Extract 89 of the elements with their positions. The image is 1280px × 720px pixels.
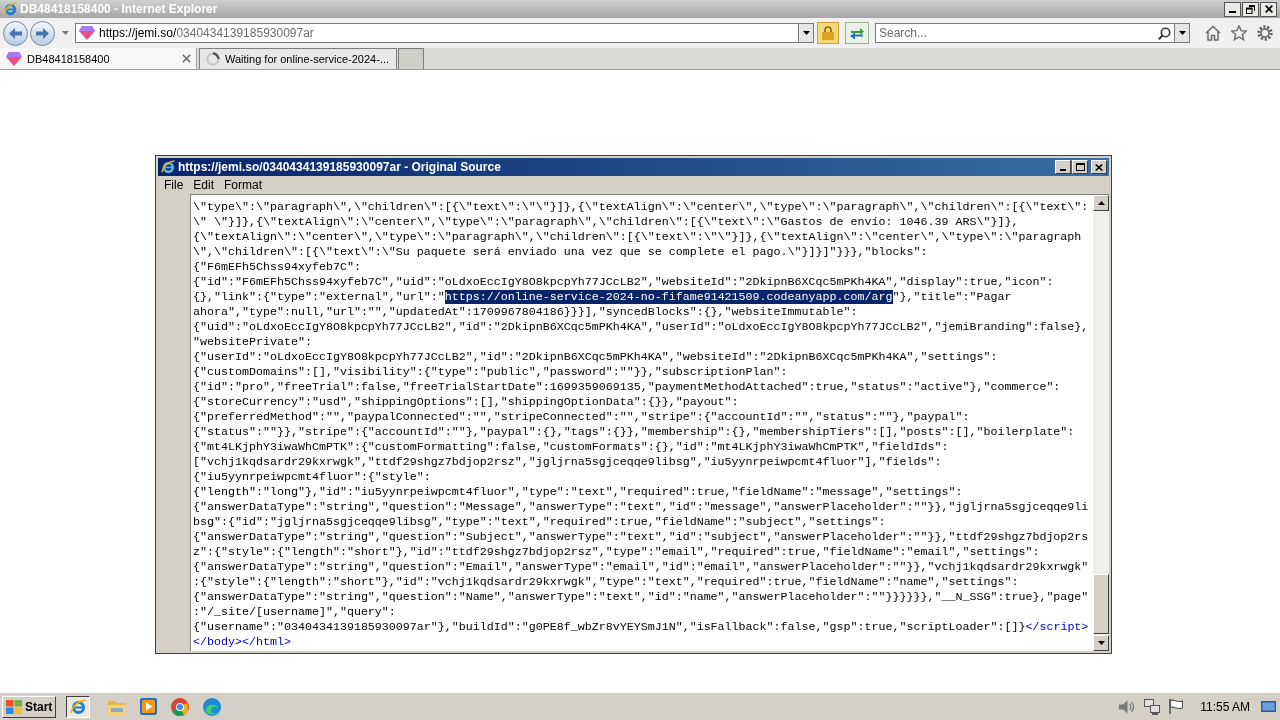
source-text: "websitePrivate": <box>193 335 312 349</box>
source-text: {"userId":"oLdxoEccIgY8O8kpcpYh77JCcLB2","id":"2DkipnB6XCqc5mPKh4KA","websiteId":"2DkipnB6XCqc5mPKh4KA","settings": <box>193 350 998 364</box>
source-text: {"username":"0340434139185930097ar"},"buildId":"g0PE8f_wbZr8vYEYSmJ1N","isFallback":false,"gsp":true,"scriptLoader":[]} <box>193 620 1026 634</box>
restore-button[interactable] <box>1242 1 1259 17</box>
minimize-icon <box>1060 169 1066 171</box>
close-button[interactable] <box>1260 1 1277 17</box>
close-icon <box>1095 163 1103 171</box>
source-text: {"F6mEFh5Chss94xyfeb7C": <box>193 260 361 274</box>
back-button[interactable] <box>3 20 28 46</box>
padlock-icon <box>822 26 834 40</box>
selected-url: https://online-service-2024-no-fifame91421509.codeanyapp.com/arg <box>444 290 893 304</box>
source-text: :{"style":{"length":"short"},"id":"vchj1kqdsardr29kxrwgk","type":"text","required":true,"fieldName":"name","settings": <box>193 575 1019 589</box>
caret-icon <box>1178 31 1186 35</box>
tab[interactable]: Waiting for online-service-2024-... <box>199 48 397 69</box>
scrollbar-thumb[interactable] <box>1093 574 1109 634</box>
source-text: \",\"children\":[{\"text\":\"Su paquete será enviado una vez que se complete el pago.\"}]}]"}}},"blocks": <box>193 245 928 259</box>
compatibility-button[interactable] <box>845 22 869 44</box>
source-text: {"length":"long"},"id":"iu5yynrpeiwpcmt4fluor","type":"text","required":true,"fieldName":"message","settings": <box>193 485 963 499</box>
maximize-button[interactable] <box>1072 160 1088 174</box>
network-icon[interactable] <box>1144 698 1161 715</box>
windows-flag-icon <box>6 699 22 714</box>
html-tag: </body></html> <box>193 635 291 649</box>
source-text: :"/_site/[username]","query": <box>193 605 396 619</box>
right-arrow-icon <box>36 27 49 39</box>
e-logo-icon <box>3 2 17 16</box>
source-text: z":{"style":{"length":"short"},"id":"ttdf29shgz7bdjop2rsz","type":"email","required":true,"fieldName":"email","settings": <box>193 545 1040 559</box>
search-box[interactable]: Search... <box>875 23 1190 43</box>
source-text: {"uid":"oLdxoEccIgY8O8kpcpYh77JCcLB2","id":"2DkipnB6XCqc5mPKh4KA","userId":"oLdxoEccIgY8O8kpcpYh77JCcLB2","jemiBranding":false}, <box>193 320 1089 334</box>
restore-icon <box>1246 4 1255 14</box>
start-button[interactable]: Start <box>2 695 57 718</box>
minimize-icon <box>1229 10 1236 13</box>
home-icon[interactable] <box>1205 25 1221 41</box>
source-text: {"id":"pro","freeTrial":false,"freeTrialStartDate":1699359069135,"paymentMethodAttached":true,"status":"active"},"commerce": <box>193 380 1061 394</box>
source-text: {"answerDataType":"string","question":"Subject","answerType":"text","id":"subject","answerPlaceholder":""}},"ttdf29shgz7bdjop2rs <box>193 530 1089 544</box>
forward-button[interactable] <box>30 20 55 46</box>
source-text: "},"title":"Pagar <box>892 290 1012 304</box>
caret-icon <box>802 31 810 35</box>
flag-icon[interactable] <box>1169 699 1184 714</box>
source-text: {"id":"F6mEFh5Chss94xyfeb7C","uid":"oLdxoEccIgY8O8kpcpYh77JCcLB2","websiteId":"2DkipnB6XCqc5mPKh4KA","display":true,"icon": <box>193 275 1054 289</box>
source-text: ["vchj1kqdsardr29kxrwgk","ttdf29shgz7bdjop2rsz","jgljrna5sgjceqqe9libsg","iu5yynrpeiwpcmt4fluor"],"fields": <box>193 455 942 469</box>
source-text: {"iu5yynrpeiwpcmt4fluor":{"style": <box>193 470 431 484</box>
star-icon[interactable] <box>1231 25 1247 41</box>
source-text: {"status":""}},"stripe":{"accountId":""},"paypal":{},"tags":{}},"membership":{},"membershipTiers":[],"posts":[],"boilerplate": <box>193 425 1075 439</box>
up-arrow-icon <box>1097 201 1105 205</box>
source-text: ahora","type":null,"url":"","updatedAt":1709967804186}}}],"syncedBlocks":{},"websiteImmutable": <box>193 305 858 319</box>
source-text: {},"link":{"type":"external","url":" <box>193 290 445 304</box>
scroll-down-button[interactable] <box>1093 635 1109 651</box>
menu-item[interactable]: Format <box>219 178 268 192</box>
source-text: {"preferredMethod":"","paypalConnected":"","stripeConnected":"","stripe":{"accountId":"","status":""},"paypal": <box>193 410 970 424</box>
source-text: {"customDomains":[],"visibility":{"type":"public","password":""}},"subscriptionPlan": <box>193 365 788 379</box>
maximize-icon <box>1075 163 1085 171</box>
close-icon <box>1264 5 1273 13</box>
source-text: \" \"}]},{\"textAlign\":\"center\",\"type\":\"paragraph\",\"children\":[{\"text\":\"Gastos de envío: 1046.39 ARS\"}]}, <box>193 215 1019 229</box>
search-dropdown-button[interactable] <box>1174 24 1189 42</box>
taskbar-button[interactable] <box>66 695 91 718</box>
left-arrow-icon <box>9 27 22 39</box>
source-text: \"type\":\"paragraph\",\"children\":[{\"text\":\"\"}]},{\"textAlign\":\"center\",\"type\":\"paragraph\",\"children\":[{\"text\": <box>193 200 1089 214</box>
play-icon[interactable] <box>140 698 158 715</box>
minimize-button[interactable] <box>1224 1 1241 17</box>
tricolor-circle-icon[interactable] <box>171 697 190 716</box>
menu-item[interactable]: Edit <box>188 178 220 192</box>
address-dropdown-button[interactable] <box>798 24 813 42</box>
two-arrows-icon <box>850 26 864 40</box>
source-text: bsg":{"id":"jgljrna5sgjceqqe9libsg","type":"text","required":true,"fieldName":"subject","settings": <box>193 515 886 529</box>
down-arrow-icon <box>1097 641 1105 645</box>
gem-icon <box>79 26 95 40</box>
source-text: {"mt4LKjphY3iwaWhCmPTK":{"customFormatting":false,"customFormats":{},"id":"mt4LKjphY3iwaWhCmPTK","fieldIds": <box>193 440 949 454</box>
settings-gear-icon[interactable] <box>1257 25 1273 41</box>
clock-time[interactable]: 11:55 AM <box>1200 699 1250 714</box>
close-tab-icon[interactable] <box>182 54 191 63</box>
menu-item[interactable]: File <box>159 178 189 192</box>
new-tab-button[interactable] <box>398 48 424 69</box>
e-logo-icon <box>70 698 87 715</box>
caret-icon <box>61 31 69 35</box>
scroll-up-button[interactable] <box>1093 195 1109 211</box>
source-text: {"answerDataType":"string","question":"Name","answerType":"text","id":"name","answerPlaceholder":""}}}}}},"__N_SSG":true},"page" <box>193 590 1089 604</box>
window-title: https://jemi.so/0340434139185930097ar - Original Source <box>178 160 501 174</box>
html-tag: </script> <box>1025 620 1089 634</box>
address-field[interactable]: https://jemi.so/0340434139185930097ar <box>75 23 814 43</box>
tab[interactable]: DB48418158400 <box>0 48 197 69</box>
source-text: {"storeCurrency":"usd","shippingOptions":[],"shippingOptionData":{}},"payout": <box>193 395 739 409</box>
speaker-icon[interactable] <box>1119 699 1136 714</box>
source-text: {\"textAlign\":\"center\",\"type\":\"paragraph\",\"children\":[{\"text\":\"\"}]},{\"textAlign\":\"center\",\"type\":\"paragraph <box>193 230 1082 244</box>
search-icon[interactable] <box>1158 26 1171 40</box>
window-title: DB48418158400 - Internet Explorer <box>20 2 218 16</box>
source-text: {"answerDataType":"string","question":"Message","answerType":"text","id":"message","answerPlaceholder":""}},"jgljrna5sgjceqqe9li <box>193 500 1089 514</box>
source-text: {"answerDataType":"string","question":"Email","answerType":"email","id":"email","answerPlaceholder":""}},"vchj1kqdsardr29kxrwgk" <box>193 560 1089 574</box>
e-logo-icon <box>161 160 175 174</box>
address-text: https://jemi.so/0340434139185930097ar <box>99 26 314 40</box>
